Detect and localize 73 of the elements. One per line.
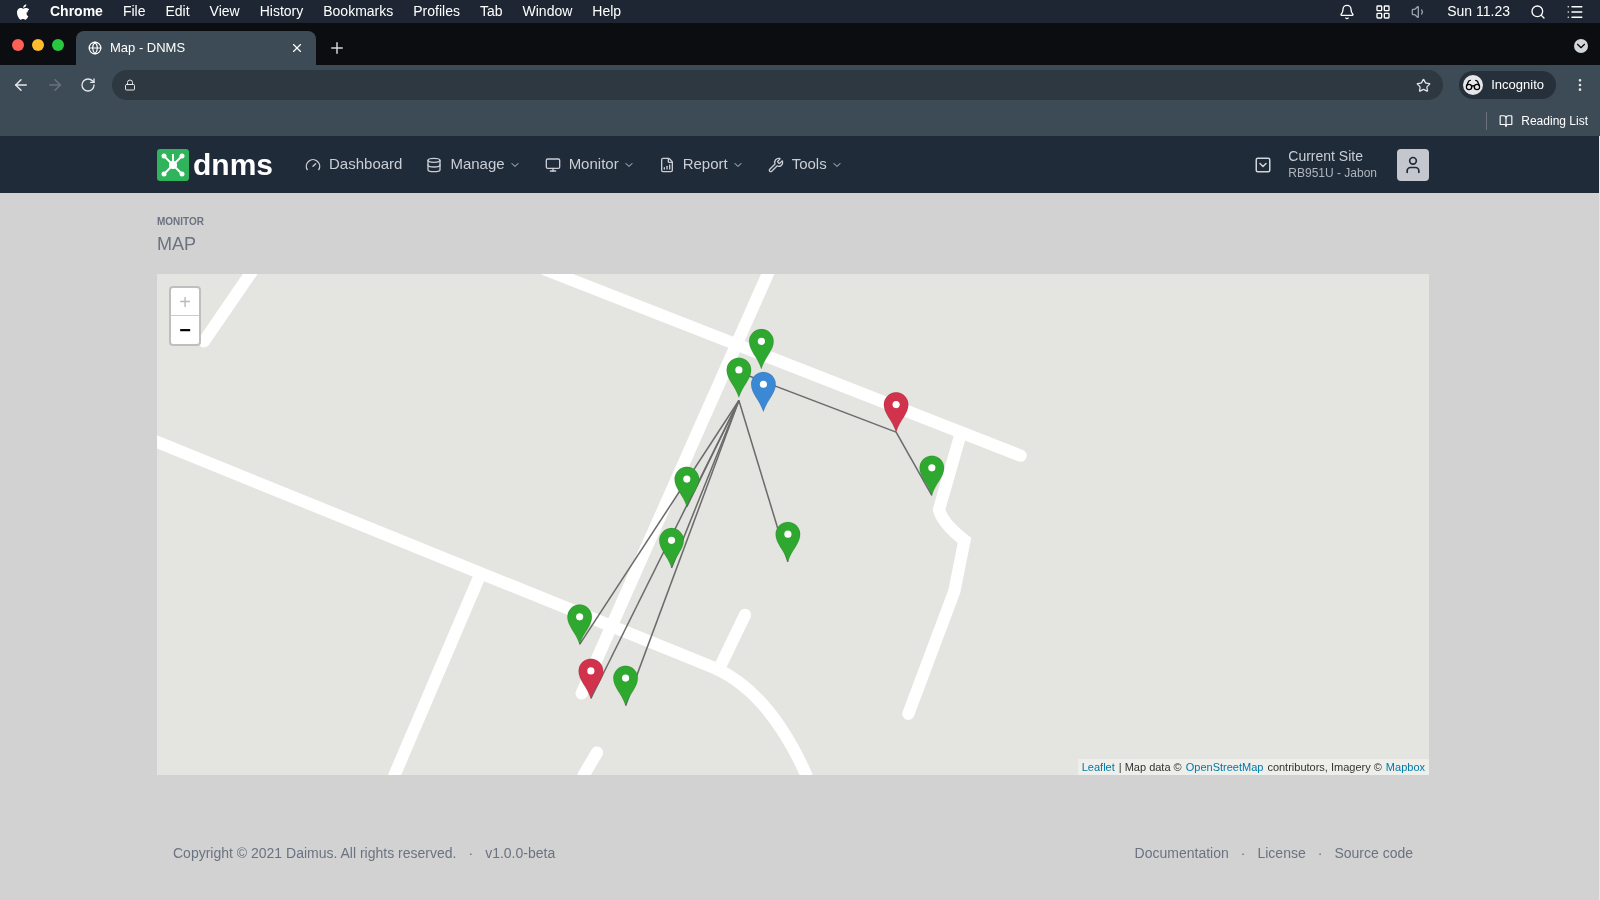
map-marker-icon[interactable]	[919, 455, 945, 496]
logo-text[interactable]: dnms	[193, 149, 273, 180]
menu-clock[interactable]: Sun 11.23	[1447, 1, 1510, 22]
map-marker-icon[interactable]	[775, 521, 801, 562]
menu-item[interactable]: History	[259, 1, 304, 22]
menu-item[interactable]: Help	[592, 1, 622, 22]
map-marker-icon[interactable]	[883, 392, 909, 433]
menu-item[interactable]: View	[209, 1, 240, 22]
leaflet-link[interactable]: Leaflet	[1081, 758, 1115, 775]
page-title: MAP	[157, 232, 197, 255]
search-icon[interactable]	[1530, 3, 1546, 20]
new-tab-icon[interactable]	[328, 39, 346, 57]
map-marker-icon[interactable]	[613, 665, 639, 706]
map-marker-icon[interactable]	[674, 466, 700, 507]
reading-list-icon	[1499, 113, 1514, 128]
reload-icon[interactable]	[80, 77, 96, 93]
map-marker-icon[interactable]	[578, 658, 604, 699]
map-marker-icon[interactable]	[750, 371, 776, 412]
separator-dot: ·	[1317, 844, 1323, 863]
nav-icon	[767, 156, 784, 173]
nav-item[interactable]: Monitor	[544, 153, 635, 176]
window-minimize-control[interactable]	[32, 39, 44, 51]
site-select-icon[interactable]	[1254, 155, 1273, 174]
nav-icon	[658, 156, 675, 173]
mapbox-link[interactable]: Mapbox	[1385, 758, 1425, 775]
separator-dot: ·	[468, 844, 474, 863]
lock-icon	[124, 79, 136, 91]
copyright-text: Copyright © 2021 Daimus. All rights reserved.	[173, 844, 457, 863]
map-marker-icon[interactable]	[659, 527, 685, 569]
browser-tab[interactable]: Map - DNMS	[76, 31, 316, 65]
map-view[interactable]: + − Leaflet | Map data © OpenStreetMap contributors, Imagery © Mapbox	[157, 274, 1429, 775]
globe-icon	[88, 41, 102, 55]
menu-app-name[interactable]: Chrome	[50, 1, 103, 22]
nav-item[interactable]: Dashboard	[305, 153, 403, 176]
incognito-button[interactable]: Incognito	[1459, 71, 1556, 99]
menu-item[interactable]: Tab	[479, 1, 503, 22]
user-avatar[interactable]	[1397, 148, 1429, 181]
tab-search-icon[interactable]	[1574, 39, 1588, 53]
separator-dot: ·	[1240, 844, 1246, 863]
menu-item[interactable]: Profiles	[413, 1, 460, 22]
incognito-icon	[1463, 75, 1484, 95]
apple-logo-icon[interactable]	[16, 3, 30, 20]
map-marker-icon[interactable]	[748, 328, 774, 370]
close-icon[interactable]	[290, 41, 304, 55]
nav-icon	[426, 156, 443, 173]
nav-item[interactable]: Report	[658, 153, 744, 176]
current-site-label: Current Site	[1288, 148, 1364, 166]
menu-item[interactable]: Edit	[165, 1, 190, 22]
map-marker-icon[interactable]	[726, 357, 752, 398]
version-text: v1.0.0-beta	[485, 844, 556, 863]
notification-icon[interactable]	[1339, 3, 1356, 20]
map-marker-icon[interactable]	[567, 604, 593, 645]
back-icon[interactable]	[12, 76, 30, 94]
window-zoom-control[interactable]	[52, 39, 64, 51]
logo-icon[interactable]	[157, 148, 189, 181]
nav-icon	[305, 156, 321, 173]
menu-item[interactable]: File	[122, 1, 146, 22]
window-close-control[interactable]	[12, 39, 24, 51]
attribution-text: contributors, Imagery ©	[1267, 759, 1382, 775]
menu-item[interactable]: Window	[522, 1, 573, 22]
breadcrumb: MONITOR	[157, 216, 206, 229]
nav-icon	[544, 156, 561, 173]
bookmark-star-icon[interactable]	[1416, 77, 1432, 93]
attribution-text: | Map data ©	[1118, 759, 1182, 775]
control-center-icon[interactable]	[1375, 3, 1392, 20]
user-icon	[1403, 154, 1423, 175]
menu-item[interactable]: Bookmarks	[323, 1, 394, 22]
nav-item[interactable]: Manage	[426, 153, 521, 176]
reading-list-button[interactable]: Reading List	[1486, 111, 1588, 130]
zoom-out-button[interactable]: −	[171, 316, 199, 344]
nav-item[interactable]: Tools	[767, 153, 843, 176]
openstreetmap-link[interactable]: OpenStreetMap	[1185, 758, 1264, 775]
current-site-value[interactable]: RB951U - Jabon	[1288, 165, 1377, 181]
